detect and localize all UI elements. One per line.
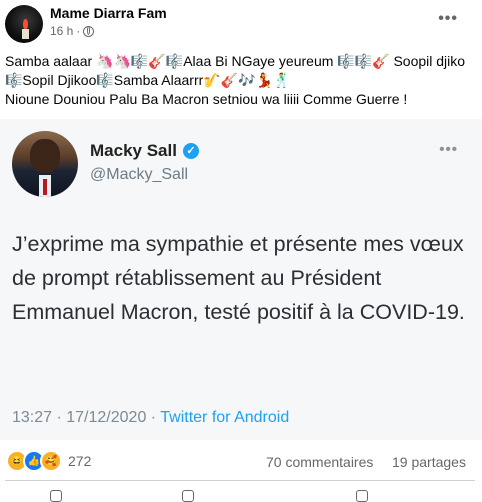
globe-icon: [83, 25, 95, 37]
reaction-count[interactable]: 272: [68, 453, 91, 469]
shares-count[interactable]: 19 partages: [392, 454, 466, 470]
verified-icon: ✓: [182, 143, 199, 159]
avatar-tie: [43, 179, 47, 195]
meta-separator: ·: [76, 24, 81, 38]
more-options-icon[interactable]: •••: [438, 10, 458, 28]
caption-line-1: Samba aalaar 🦄🦄🎼🎸🎼Alaa Bi NGaye yeureum …: [5, 53, 466, 88]
tweet-screenshot[interactable]: Macky Sall ✓ @Macky_Sall ••• J’exprime m…: [0, 119, 482, 440]
tweet-timestamp: 13:27 · 17/12/2020 ·: [12, 409, 161, 426]
candle-flame: [23, 19, 28, 29]
avatar-face: [30, 139, 60, 173]
post-meta: 16 h ·: [50, 24, 95, 38]
post-stats: 😆 👍 🥰 272 70 commentaires 19 partages: [0, 447, 482, 473]
tweet-display-name: Macky Sall ✓: [90, 141, 199, 161]
tweet-avatar: [12, 131, 78, 197]
author-name[interactable]: Mame Diarra Fam: [50, 5, 167, 21]
tweet-name-text: Macky Sall: [90, 141, 177, 160]
tweet-footer: 13:27 · 17/12/2020 · Twitter for Android: [12, 409, 289, 427]
reaction-icons[interactable]: 😆 👍 🥰: [6, 450, 62, 472]
post-header: Mame Diarra Fam 16 h · •••: [0, 0, 482, 46]
like-action-icon[interactable]: [50, 490, 62, 502]
caption-line-2: Nioune Douniou Palu Ba Macron setniou wa…: [5, 91, 408, 107]
share-action-icon[interactable]: [356, 490, 368, 502]
tweet-handle: @Macky_Sall: [90, 166, 189, 183]
tweet-more-icon: •••: [439, 141, 458, 158]
post-caption: Samba aalaar 🦄🦄🎼🎸🎼Alaa Bi NGaye yeureum …: [5, 52, 475, 109]
care-icon: 🥰: [40, 450, 62, 472]
action-bar: [0, 488, 482, 502]
post-time[interactable]: 16 h: [50, 24, 73, 38]
stats-divider: [5, 480, 475, 481]
candle: [22, 29, 29, 39]
author-avatar[interactable]: [5, 5, 43, 43]
tweet-source: Twitter for Android: [160, 409, 290, 426]
comment-action-icon[interactable]: [182, 490, 194, 502]
comments-count[interactable]: 70 commentaires: [266, 454, 373, 470]
tweet-text: J’exprime ma sympathie et présente mes v…: [12, 232, 465, 324]
